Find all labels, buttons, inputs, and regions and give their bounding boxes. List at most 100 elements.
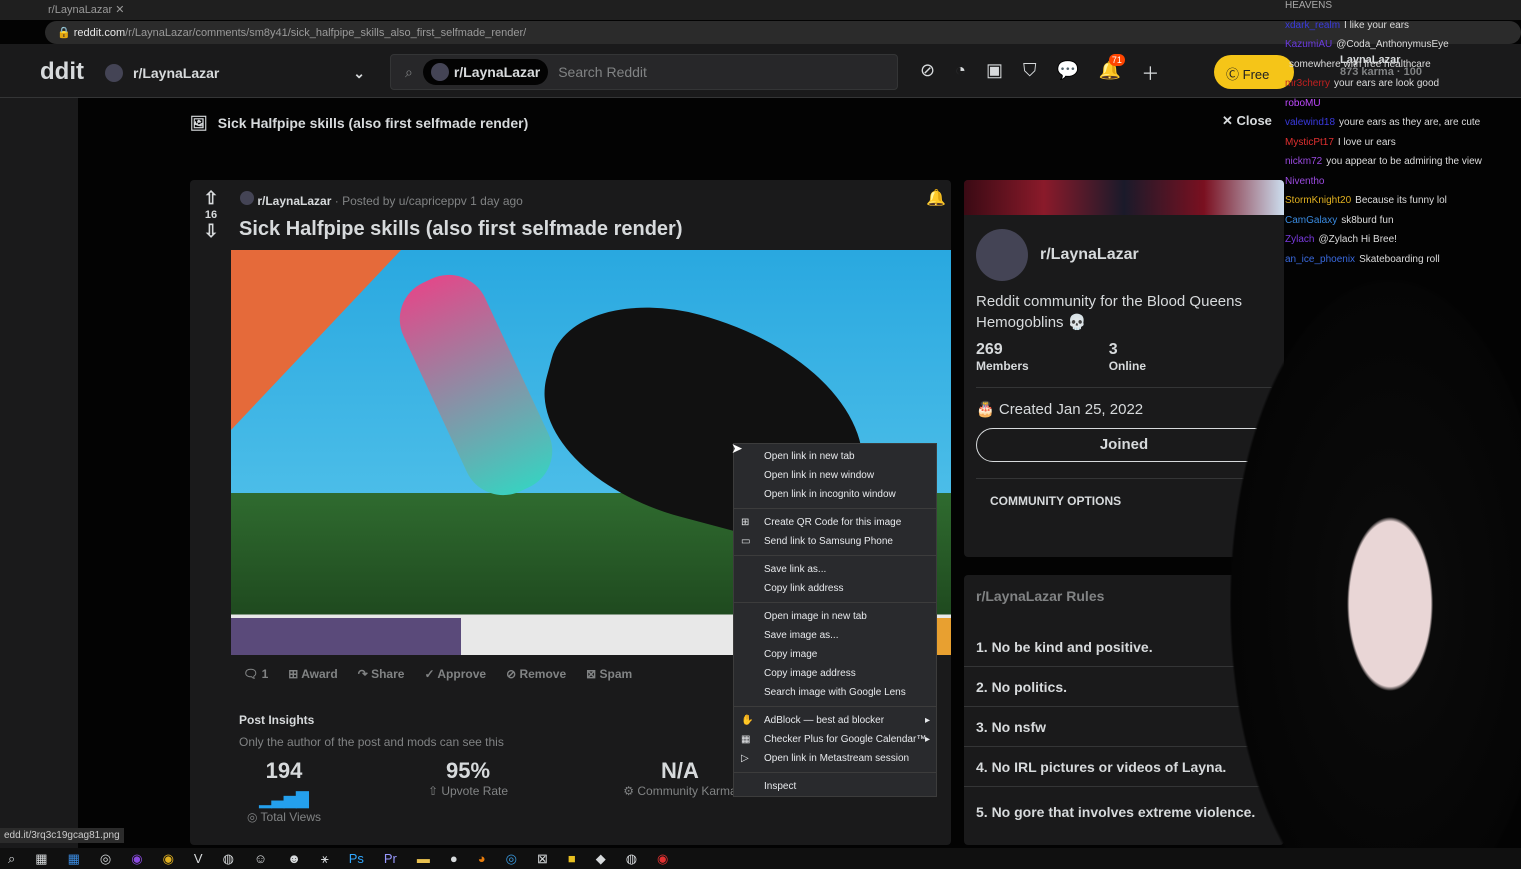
chat-username[interactable]: roboMU xyxy=(1285,98,1321,109)
joined-button[interactable]: Joined xyxy=(976,428,1272,462)
close-button[interactable]: ✕ Close xyxy=(1222,113,1272,129)
community-options[interactable]: COMMUNITY OPTIONS xyxy=(976,478,1272,508)
blender-icon[interactable]: ◕ xyxy=(478,851,486,866)
app-icon[interactable]: ⊠ xyxy=(537,851,548,867)
community-title[interactable]: r/LaynaLazar xyxy=(1040,246,1139,264)
app-icon[interactable]: ◉ xyxy=(131,851,142,867)
community-dropdown[interactable]: r/LaynaLazar ⌄ xyxy=(105,60,365,86)
search-icon[interactable]: ⌕ xyxy=(8,851,15,867)
context-menu-item[interactable]: ▦ Checker Plus for Google Calendar™ ▸ xyxy=(734,730,936,749)
popular-icon[interactable]: ⊘ xyxy=(920,60,935,86)
ramp-purple xyxy=(231,618,461,655)
chat-username[interactable]: valewind18 xyxy=(1285,117,1335,128)
context-menu-item[interactable]: Open link in new window xyxy=(734,466,936,485)
chat-username[interactable]: KazumiAU xyxy=(1285,39,1332,50)
context-menu-item[interactable]: Open link in incognito window xyxy=(734,485,936,504)
calendar-app-icon[interactable]: ▦ xyxy=(68,851,80,867)
folder-icon[interactable]: ▬ xyxy=(417,851,430,866)
app-icon[interactable]: ◎ xyxy=(100,851,111,867)
reddit-logo[interactable]: ddit xyxy=(40,58,84,86)
submenu-arrow-icon: ▸ xyxy=(924,734,930,745)
premiere-icon[interactable]: Pr xyxy=(384,851,397,866)
context-menu-item[interactable]: Save image as... xyxy=(734,626,936,645)
downvote-icon[interactable]: ⇩ xyxy=(200,221,222,242)
search-scope-pill[interactable]: r/LaynaLazar xyxy=(422,59,549,85)
menu-separator xyxy=(734,772,936,773)
context-menu-item[interactable]: ▷ Open link in Metastream session xyxy=(734,749,936,768)
context-menu-item[interactable]: Copy link address xyxy=(734,579,936,598)
context-menu-item[interactable]: Copy image xyxy=(734,645,936,664)
posted-by[interactable]: · Posted by u/capriceppv 1 day ago xyxy=(335,194,523,208)
chat-username[interactable]: Niventho xyxy=(1285,176,1324,187)
rule-text: 1. No be kind and positive. xyxy=(976,638,1153,655)
chat-username[interactable]: HEAVENS xyxy=(1285,0,1332,11)
context-menu-item[interactable]: Copy image address xyxy=(734,664,936,683)
online-label: Online xyxy=(1108,359,1147,373)
app-icon[interactable]: ■ xyxy=(568,851,576,866)
chat-username[interactable]: CamGalaxy xyxy=(1285,215,1337,226)
task-view-icon[interactable]: ▦ xyxy=(35,851,47,867)
vroid-icon[interactable]: V xyxy=(194,851,203,866)
approve-button[interactable]: ✓ Approve xyxy=(424,667,486,681)
remove-button[interactable]: ⊘ Remove xyxy=(506,667,566,681)
stats-icon[interactable]: ◔ xyxy=(955,60,966,86)
chat-message: valewind18 youre ears as they are, are cu… xyxy=(1285,117,1521,137)
subreddit-link[interactable]: r/LaynaLazar xyxy=(257,194,331,208)
context-menu-item[interactable]: ▭ Send link to Samsung Phone xyxy=(734,532,936,551)
chat-username[interactable]: Zylach xyxy=(1285,234,1314,245)
steam-icon[interactable]: ◍ xyxy=(223,851,234,867)
free-coins-button[interactable]: Ⓒ Free xyxy=(1214,55,1294,89)
image-orange-shape xyxy=(231,250,401,430)
chevron-down-icon: ⌄ xyxy=(353,64,365,81)
menu-item-label: Copy image xyxy=(764,649,818,660)
steam-icon[interactable]: ◍ xyxy=(626,851,637,867)
share-button[interactable]: ↷ Share xyxy=(358,667,405,681)
chat-username[interactable]: xdark_realm xyxy=(1285,20,1340,31)
app-icon[interactable]: ☺ xyxy=(254,851,267,866)
mod-queue-icon[interactable]: ▣ xyxy=(986,60,1003,86)
search-bar[interactable]: ⌕ r/LaynaLazar Search Reddit xyxy=(390,54,898,90)
award-button[interactable]: ⊞ Award xyxy=(288,667,337,681)
create-post-icon[interactable]: ＋ xyxy=(1141,60,1159,86)
chat-icon[interactable]: 💬 xyxy=(1056,60,1078,86)
header-icons: ⊘ ◔ ▣ ⛉ 💬 🔔 71 ＋ xyxy=(920,54,1159,86)
app-icon[interactable]: ◆ xyxy=(596,851,606,867)
chat-username[interactable]: an_ice_phoenix xyxy=(1285,254,1355,265)
context-menu-item[interactable]: Open link in new tab xyxy=(734,447,936,466)
menu-item-label: Copy link address xyxy=(764,583,844,594)
context-menu-item[interactable]: Inspect xyxy=(734,777,936,796)
context-menu-item[interactable]: Save link as... xyxy=(734,560,936,579)
app-icon[interactable]: ☻ xyxy=(287,851,301,866)
chat-username[interactable]: mr3cherry xyxy=(1285,78,1330,89)
chat-username[interactable]: nickm72 xyxy=(1285,156,1322,167)
chat-username[interactable]: StormKnight20 xyxy=(1285,195,1351,206)
bar-chart-icon[interactable]: ▁▃▅▇ xyxy=(259,791,308,808)
post-meta: r/LaynaLazar · Posted by u/capriceppv 1 … xyxy=(240,191,523,208)
rule-text: 3. No nsfw xyxy=(976,718,1047,735)
shield-icon[interactable]: ⛉ xyxy=(1023,60,1037,86)
menu-item-label: AdBlock — best ad blocker xyxy=(764,715,885,726)
notification-icon[interactable]: 🔔 71 xyxy=(1099,54,1125,86)
context-menu-item[interactable]: ✋ AdBlock — best ad blocker ▸ xyxy=(734,711,936,730)
chat-username[interactable]: MysticPt17 xyxy=(1285,137,1334,148)
context-menu-item[interactable]: Search image with Google Lens xyxy=(734,683,936,702)
app-icon[interactable]: ● xyxy=(450,851,458,866)
comments-button[interactable]: 🗨 1 xyxy=(243,667,268,681)
photoshop-icon[interactable]: Ps xyxy=(349,851,364,866)
chrome-icon[interactable]: ◉ xyxy=(163,851,174,867)
context-menu-item[interactable]: Open image in new tab xyxy=(734,607,936,626)
chat-text: I love ur ears xyxy=(1337,136,1396,148)
chat-text: sk8burd fun xyxy=(1341,214,1394,226)
chrome-icon[interactable]: ◉ xyxy=(657,851,668,867)
stat-upvote-rate: 95% ⇧ Upvote Rate xyxy=(418,758,518,798)
follow-bell-icon[interactable]: 🔔 xyxy=(926,188,946,208)
context-menu-item[interactable]: ⊞ Create QR Code for this image xyxy=(734,513,936,532)
subreddit-avatar xyxy=(240,191,254,205)
app-icon[interactable]: ◎ xyxy=(506,851,517,867)
close-tab-icon[interactable]: ✕ xyxy=(115,4,124,16)
app-icon[interactable]: ⚹ xyxy=(321,851,329,867)
browser-tab[interactable]: r/LaynaLazar ✕ xyxy=(40,0,160,20)
upvote-icon[interactable]: ⇧ xyxy=(200,188,222,209)
community-banner xyxy=(964,180,1284,215)
spam-button[interactable]: ⊠ Spam xyxy=(586,667,632,681)
